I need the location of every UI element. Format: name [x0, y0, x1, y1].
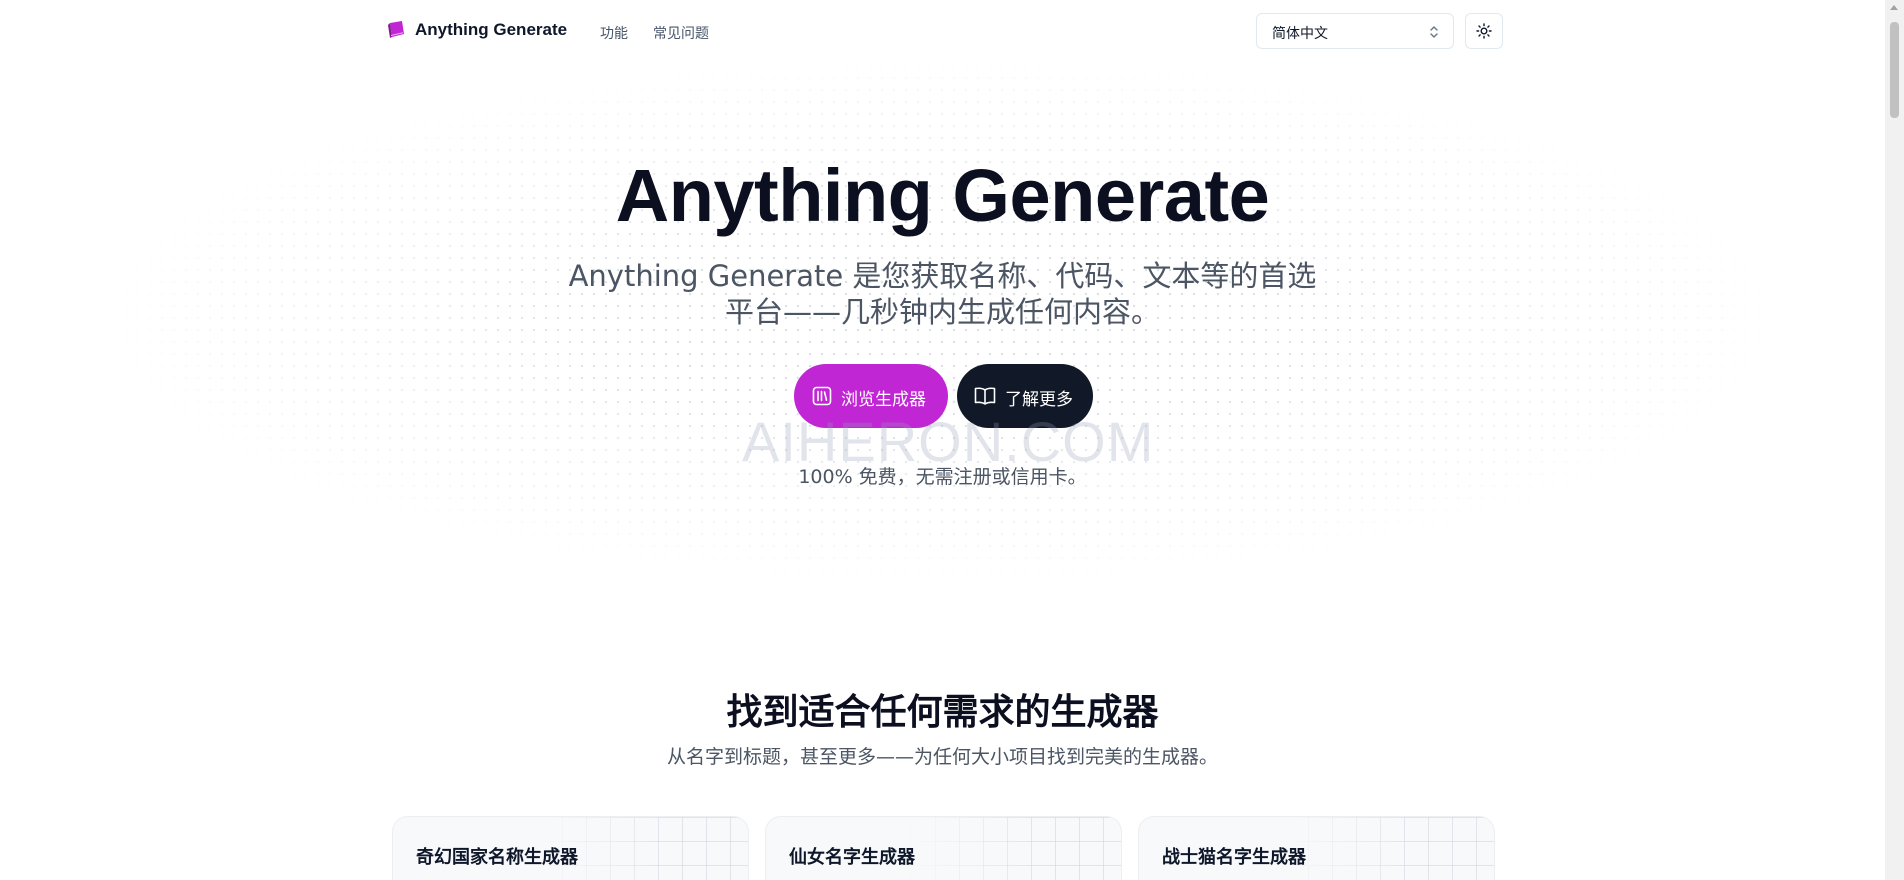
- nav-link-features[interactable]: 功能: [600, 23, 628, 43]
- generator-card-title: 奇幻国家名称生成器: [416, 847, 578, 868]
- free-note: 100% 免费，无需注册或信用卡。: [798, 466, 1087, 488]
- generators-section-title: 找到适合任何需求的生成器: [726, 692, 1159, 733]
- scroll-up-arrow-icon[interactable]: [1890, 5, 1898, 10]
- browse-generators-label: 浏览生成器: [841, 390, 926, 410]
- generator-card-title: 战士猫名字生成器: [1162, 847, 1306, 868]
- page-scrollbar[interactable]: [1885, 0, 1904, 880]
- brand-name[interactable]: Anything Generate: [415, 20, 567, 40]
- card-grid-pattern: [1284, 817, 1494, 880]
- site-header: Anything Generate 功能 常见问题 简体中文: [0, 0, 1885, 64]
- book-logo-icon[interactable]: [386, 20, 406, 40]
- hero-title: Anything Generate: [615, 154, 1270, 237]
- scrollbar-thumb[interactable]: [1890, 22, 1899, 118]
- generator-card[interactable]: 仙女名字生成器: [765, 816, 1122, 880]
- theme-toggle-button[interactable]: [1465, 13, 1503, 49]
- open-book-icon: [974, 387, 996, 405]
- language-select[interactable]: 简体中文: [1256, 13, 1454, 49]
- chevrons-up-down-icon: [1430, 26, 1438, 38]
- page: Anything Generate 功能 常见问题 简体中文 Anything …: [0, 0, 1904, 880]
- generator-card[interactable]: 奇幻国家名称生成器: [392, 816, 749, 880]
- generators-section-subtitle: 从名字到标题，甚至更多——为任何大小项目找到完美的生成器。: [666, 746, 1218, 768]
- generator-card[interactable]: 战士猫名字生成器: [1138, 816, 1495, 880]
- generator-card-title: 仙女名字生成器: [789, 847, 915, 868]
- language-select-value: 简体中文: [1272, 26, 1328, 42]
- library-icon: [812, 386, 832, 406]
- nav-link-faq[interactable]: 常见问题: [653, 23, 709, 43]
- sun-icon: [1476, 23, 1492, 39]
- hero-subtitle: Anything Generate 是您获取名称、代码、文本等的首选平台——几秒…: [568, 259, 1317, 329]
- card-grid-pattern: [911, 817, 1121, 880]
- learn-more-label: 了解更多: [1005, 390, 1073, 410]
